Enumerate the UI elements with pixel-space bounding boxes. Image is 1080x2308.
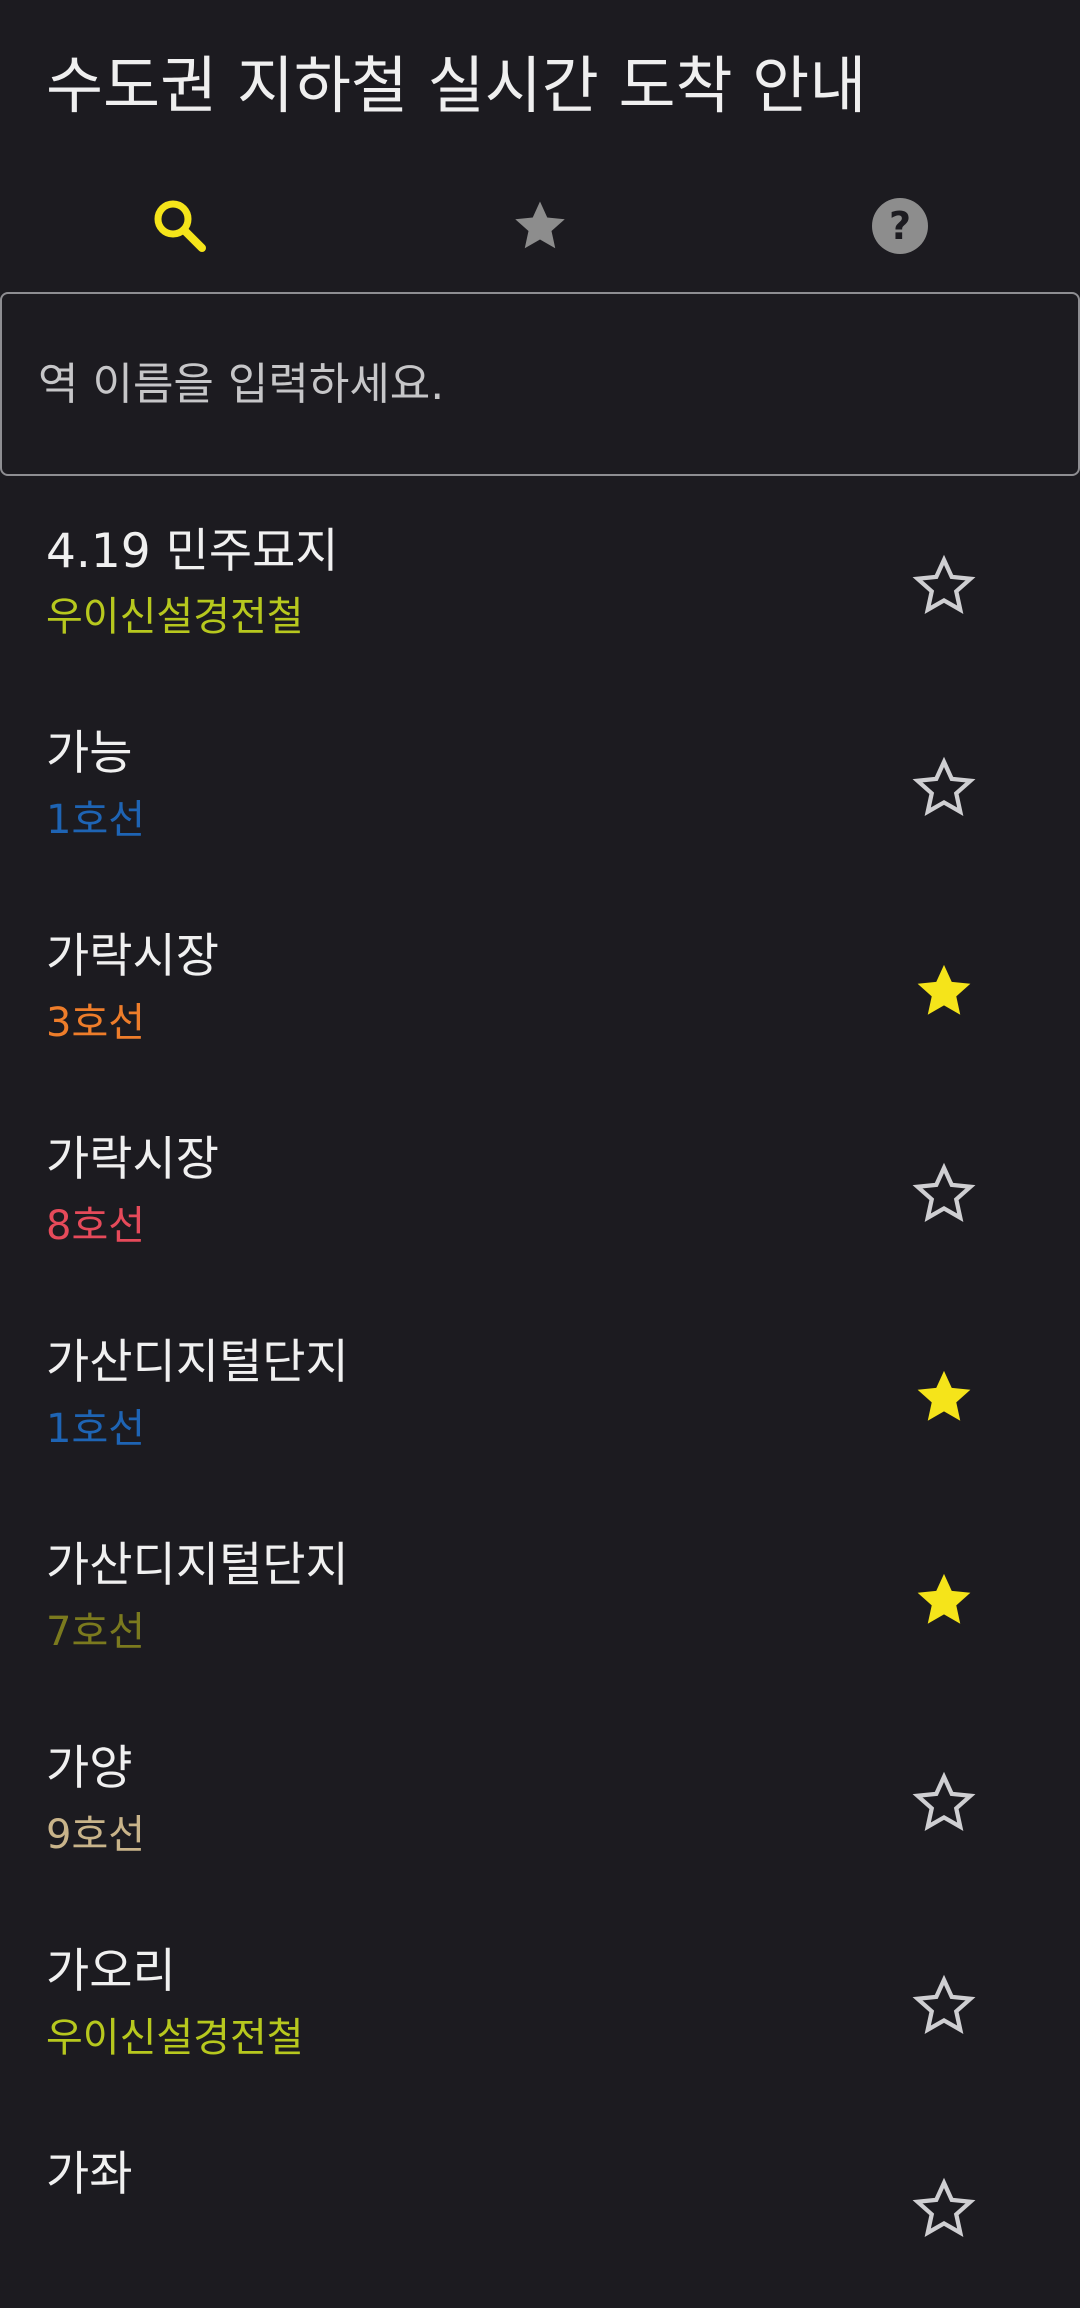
station-row[interactable]: 가능 1호선	[0, 684, 1080, 887]
station-line: 3호선	[46, 1000, 146, 1046]
help-icon: ?	[872, 198, 928, 254]
tab-bar: ?	[0, 160, 1080, 292]
station-line: 1호선	[46, 797, 146, 843]
station-line: 8호선	[46, 1203, 146, 1249]
star-filled-icon[interactable]	[912, 959, 976, 1023]
station-name: 가락시장	[46, 1132, 219, 1187]
app-title: 수도권 지하철 실시간 도착 안내	[46, 49, 867, 122]
star-outline-icon[interactable]	[912, 1771, 976, 1835]
station-row[interactable]: 가락시장 8호선	[0, 1090, 1080, 1293]
star-outline-icon[interactable]	[912, 554, 976, 618]
station-line: 1호선	[46, 1406, 146, 1452]
station-name: 가오리	[46, 1944, 176, 1999]
svg-text:?: ?	[889, 204, 911, 248]
station-line: 우이신설경전철	[46, 594, 304, 640]
station-row[interactable]: 가오리우이신설경전철	[0, 1902, 1080, 2105]
star-outline-icon[interactable]	[912, 1974, 976, 2038]
star-filled-icon[interactable]	[912, 1365, 976, 1429]
station-row[interactable]: 가락시장 3호선	[0, 887, 1080, 1090]
station-name: 4.19 민주묘지	[46, 524, 339, 579]
star-outline-icon[interactable]	[912, 756, 976, 820]
station-name: 가좌	[46, 2147, 133, 2202]
search-icon	[154, 200, 206, 252]
station-row[interactable]: 가좌	[0, 2105, 1080, 2308]
station-name: 가산디지털단지	[46, 1538, 349, 1593]
star-outline-icon[interactable]	[912, 1162, 976, 1226]
star-outline-icon[interactable]	[912, 2177, 976, 2241]
station-line: 9호선	[46, 1812, 146, 1858]
tab-search[interactable]	[0, 160, 360, 292]
station-line: 우이신설경전철	[46, 2015, 304, 2061]
station-row[interactable]: 4.19 민주묘지우이신설경전철	[0, 476, 1080, 684]
station-name: 가산디지털단지	[46, 1335, 349, 1390]
station-row[interactable]: 가산디지털단지 1호선	[0, 1293, 1080, 1496]
app-header: 수도권 지하철 실시간 도착 안내	[0, 0, 1080, 160]
station-list: 4.19 민주묘지 우이신설경전철 가능 1호선 가락시장 3호선 가락시장 8호선 가산디지털…	[0, 476, 1080, 2308]
station-line: 7호선	[46, 1609, 146, 1655]
station-row[interactable]: 가산디지털단지 7호선	[0, 1496, 1080, 1699]
search-input[interactable]	[36, 357, 1078, 411]
station-row[interactable]: 가양 9호선	[0, 1699, 1080, 1902]
station-name: 가락시장	[46, 929, 219, 984]
star-filled-icon[interactable]	[912, 1568, 976, 1632]
station-name: 가능	[46, 726, 133, 781]
tab-help[interactable]: ?	[720, 160, 1080, 292]
tab-favorites[interactable]	[360, 160, 720, 292]
star-icon	[515, 201, 565, 249]
search-box	[0, 292, 1080, 476]
station-name: 가양	[46, 1741, 133, 1796]
